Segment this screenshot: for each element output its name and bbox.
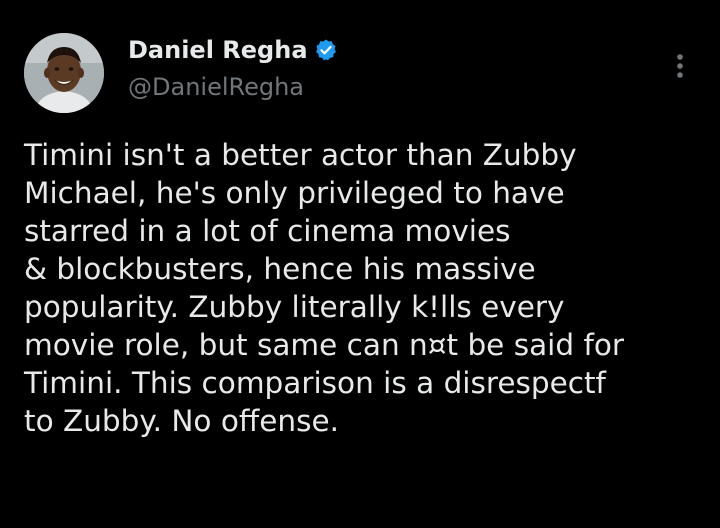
author-avatar[interactable] <box>24 33 104 113</box>
tweet-text-line: & blockbusters, hence his massive <box>24 252 536 286</box>
tweet-text-line: Timini. This comparison is a disrespectf <box>24 366 606 400</box>
more-options-button[interactable] <box>662 48 698 84</box>
tweet-text-line: Timini isn't a better actor than Zubby <box>24 138 577 172</box>
tweet-text-line: popularity. Zubby literally k!lls every <box>24 290 565 324</box>
tweet-text-line: Michael, he's only privileged to have <box>24 176 565 210</box>
tweet-card: Daniel Regha @DanielRegha Timini isn't a… <box>0 0 720 528</box>
tweet-text-line: movie role, but same can n¤t be said for <box>24 328 625 362</box>
tweet-text: Timini isn't a better actor than Zubby M… <box>24 136 704 440</box>
display-name-text: Daniel Regha <box>128 36 308 64</box>
avatar-photo-icon <box>24 33 104 113</box>
author-display-name[interactable]: Daniel Regha <box>128 36 338 64</box>
verified-badge-icon <box>314 38 338 62</box>
tweet-text-line: starred in a lot of cinema movies <box>24 214 511 248</box>
more-vertical-icon <box>677 54 683 78</box>
tweet-text-line: to Zubby. No offense. <box>24 404 339 438</box>
author-handle[interactable]: @DanielRegha <box>128 72 304 102</box>
